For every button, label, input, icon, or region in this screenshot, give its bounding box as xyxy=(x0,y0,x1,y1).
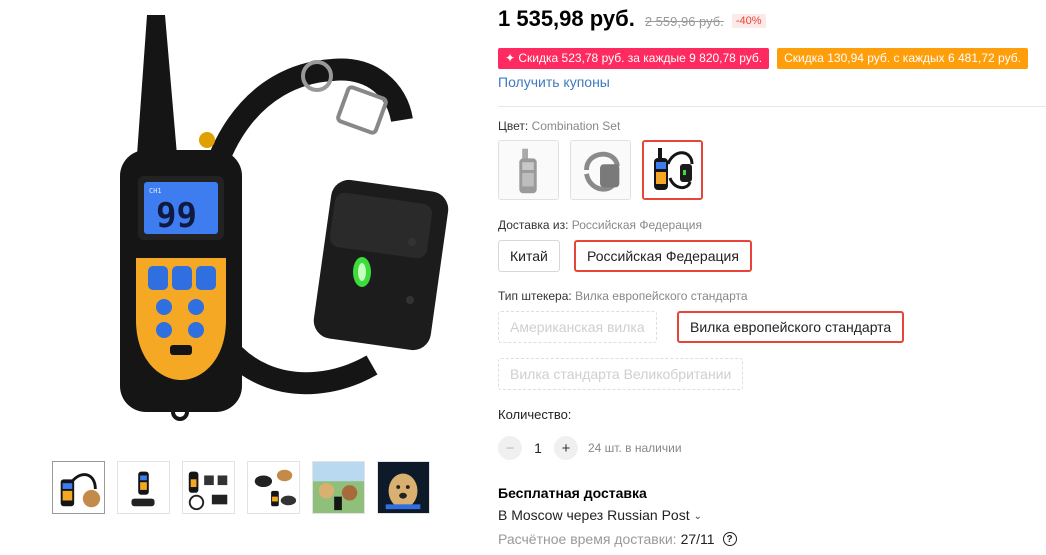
color-swatches xyxy=(498,140,703,200)
ship-from-value: Российская Федерация xyxy=(571,218,702,232)
current-price: 1 535,98 руб. xyxy=(498,6,635,31)
delivery-estimate-date: 27/11 xyxy=(680,531,715,547)
svg-text:99: 99 xyxy=(156,196,197,236)
thumbnail-1[interactable] xyxy=(52,461,105,514)
delivery-estimate: Расчётное время доставки: 27/11 ? xyxy=(498,531,737,547)
dog-collar-photo: CH1 99 xyxy=(52,0,466,442)
ship-from-label: Доставка из: Российская Федерация xyxy=(498,218,702,232)
promo-store-discount[interactable]: ✦ Скидка 523,78 руб. за каждые 9 820,78 … xyxy=(498,48,770,69)
quantity-value[interactable]: 1 xyxy=(522,440,554,456)
question-icon[interactable]: ? xyxy=(722,532,737,546)
discount-badge: -40% xyxy=(731,14,766,28)
thumbnail-6[interactable] xyxy=(377,461,430,514)
shipping-method-text: В Moscow через Russian Post xyxy=(498,507,690,523)
thumbnail-2[interactable] xyxy=(117,461,170,514)
plug-type-value: Вилка европейского стандарта xyxy=(575,289,748,303)
ship-from-option-china[interactable]: Китай xyxy=(498,240,560,272)
color-label: Цвет: Combination Set xyxy=(498,119,621,133)
plug-type-label: Тип штекера: Вилка европейского стандарт… xyxy=(498,289,748,303)
thumbnail-strip xyxy=(52,461,430,514)
product-main-image: CH1 99 xyxy=(52,0,466,442)
thumbnail-4[interactable] xyxy=(247,461,300,514)
plug-option-us[interactable]: Американская вилка xyxy=(498,311,657,343)
quantity-decrease-button[interactable]: − xyxy=(498,436,522,460)
chevron-down-icon: ⌄ xyxy=(693,511,702,522)
thumbnail-3[interactable] xyxy=(182,461,235,514)
old-price: 2 559,96 руб. xyxy=(644,14,724,29)
swatch-combination-set[interactable] xyxy=(642,140,703,200)
shipping-title: Бесплатная доставка xyxy=(498,485,647,501)
plug-option-eu[interactable]: Вилка европейского стандарта xyxy=(677,311,905,343)
stock-count: 24 шт. в наличии xyxy=(588,441,682,455)
quantity-label: Количество: xyxy=(498,407,572,422)
swatch-remote-only[interactable] xyxy=(498,140,559,200)
color-value: Combination Set xyxy=(531,119,621,133)
quantity-increase-button[interactable]: + xyxy=(554,436,578,460)
thumbnail-5[interactable] xyxy=(312,461,365,514)
plug-option-uk[interactable]: Вилка стандарта Великобритании xyxy=(498,358,744,390)
delivery-estimate-label: Расчётное время доставки: xyxy=(498,531,677,547)
swatch-collar-only[interactable] xyxy=(570,140,631,200)
ship-from-option-russia[interactable]: Российская Федерация xyxy=(574,240,752,272)
quantity-stepper: − 1 + 24 шт. в наличии xyxy=(498,436,682,460)
get-coupons-link[interactable]: Получить купоны xyxy=(498,74,610,90)
promo-row: ✦ Скидка 523,78 руб. за каждые 9 820,78 … xyxy=(498,48,1028,69)
svg-text:CH1: CH1 xyxy=(149,187,162,195)
promo-coupon-discount[interactable]: Скидка 130,94 руб. с каждых 6 481,72 руб… xyxy=(777,48,1028,69)
price-row: 1 535,98 руб. 2 559,96 руб. -40% xyxy=(498,6,766,32)
divider xyxy=(498,106,1046,107)
shipping-method-selector[interactable]: В Moscow через Russian Post ⌄ xyxy=(498,507,702,523)
